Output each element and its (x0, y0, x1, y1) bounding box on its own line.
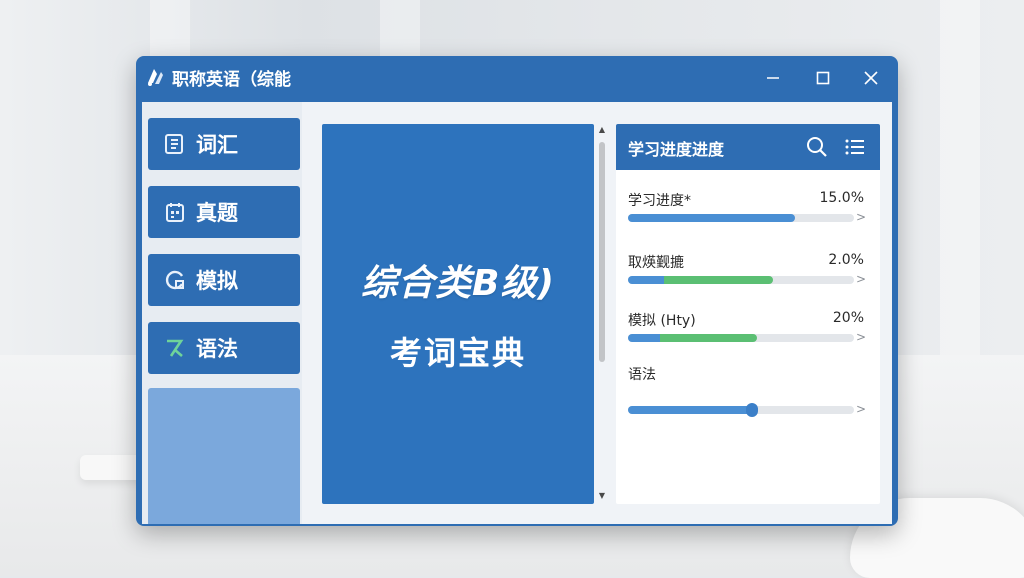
maximize-button[interactable] (808, 64, 838, 92)
list-menu-icon[interactable] (844, 136, 866, 158)
sidebar-item-vocabulary[interactable]: 词汇 (148, 118, 300, 170)
progress-track (628, 214, 854, 222)
maximize-icon (816, 71, 830, 85)
progress-fill (628, 406, 752, 414)
sidebar-item-label: 语法 (196, 337, 238, 361)
scroll-thumb[interactable] (599, 142, 605, 362)
app-logo-icon (144, 66, 166, 88)
sidebar-item-label: 真题 (196, 201, 238, 225)
book-cover-panel: 综合类B级) 考词宝典 (322, 124, 594, 504)
refresh-icon (162, 267, 188, 293)
search-icon[interactable] (806, 136, 828, 158)
progress-value: 2.0% (828, 252, 864, 268)
title-bar[interactable]: 职称英语（综能 (136, 56, 898, 100)
progress-label: 语法 (628, 367, 656, 383)
sidebar: 词汇 真题 模拟 语法 (142, 102, 302, 524)
sidebar-item-label: 模拟 (196, 269, 238, 293)
progress-label: 学习进度* (628, 193, 691, 209)
slider-knob[interactable] (746, 403, 758, 417)
progress-fill (628, 214, 795, 222)
scroll-down-arrow-icon[interactable]: ▼ (596, 490, 608, 502)
progress-row[interactable]: 语法 > (628, 364, 868, 420)
progress-slider-track[interactable] (628, 403, 854, 417)
progress-fill (628, 276, 773, 284)
progress-track (628, 334, 854, 342)
calendar-icon (162, 199, 188, 225)
progress-row[interactable]: 模拟 (Hty) 20% > (628, 310, 868, 350)
chevron-right-icon: > (856, 210, 867, 224)
minimize-button[interactable] (758, 64, 788, 92)
chevron-right-icon: > (856, 402, 867, 416)
sidebar-item-grammar[interactable]: 语法 (148, 322, 300, 374)
vertical-scrollbar[interactable]: ▲ ▼ (596, 124, 608, 504)
background-stripe (940, 0, 980, 360)
book-title: 考词宝典 (389, 334, 526, 372)
progress-label: 取煐觐摝 (628, 255, 684, 271)
sidebar-item-mock-test[interactable]: 模拟 (148, 254, 300, 306)
progress-value: 20% (832, 310, 864, 326)
chevron-right-icon: > (856, 330, 867, 344)
scroll-up-arrow-icon[interactable]: ▲ (596, 124, 608, 136)
app-window: 职称英语（综能 词汇 真题 模拟 语法 综合类B级) 考词宝典 ▲ ▼ 学习进度… (136, 56, 898, 526)
sidebar-empty-area (148, 388, 300, 524)
window-content: 词汇 真题 模拟 语法 综合类B级) 考词宝典 ▲ ▼ 学习进度进度 学习进度*… (142, 102, 892, 524)
progress-track (628, 276, 854, 284)
progress-panel-title: 学习进度进度 (628, 140, 725, 159)
minimize-icon (767, 77, 779, 79)
window-title: 职称英语（综能 (172, 70, 291, 90)
close-icon (864, 71, 878, 85)
progress-panel-header: 学习进度进度 (616, 124, 880, 170)
progress-row[interactable]: 取煐觐摝 2.0% > (628, 252, 868, 292)
close-button[interactable] (856, 64, 886, 92)
sidebar-item-past-papers[interactable]: 真题 (148, 186, 300, 238)
progress-fill (628, 334, 757, 342)
book-icon (162, 131, 188, 157)
chevron-right-icon: > (856, 272, 867, 286)
progress-panel: 学习进度进度 学习进度* 15.0% > 取煐觐摝 2.0% > 模拟 (Hty… (616, 124, 880, 504)
sidebar-item-label: 词汇 (196, 133, 238, 157)
progress-row[interactable]: 学习进度* 15.0% > (628, 190, 868, 230)
progress-value: 15.0% (819, 190, 864, 206)
book-subtitle: 综合类B级) (361, 263, 555, 304)
grammar-icon (162, 335, 188, 361)
progress-label: 模拟 (Hty) (628, 313, 696, 329)
